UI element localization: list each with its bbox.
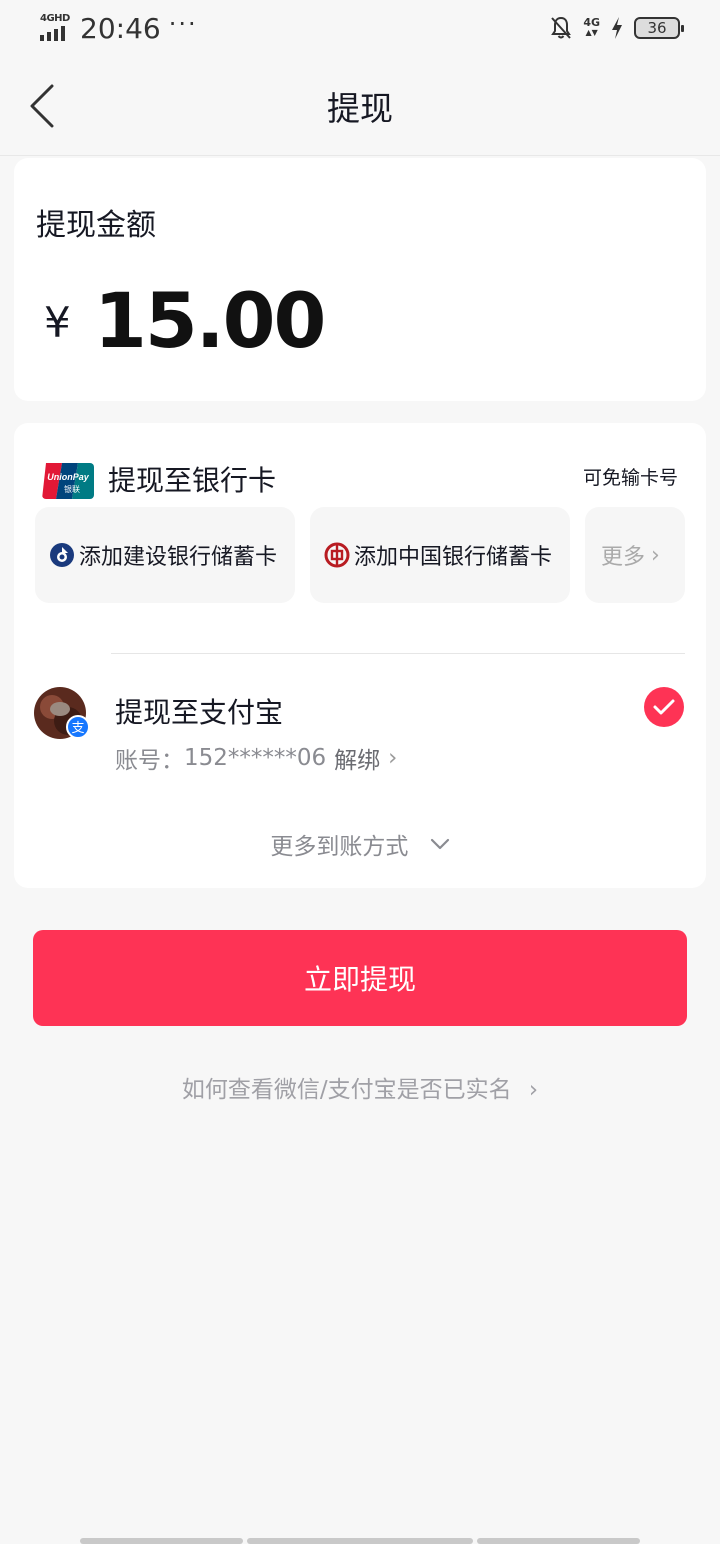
signal-icon: 4GHD bbox=[40, 13, 72, 43]
page-title: 提现 bbox=[327, 88, 393, 128]
ccb-logo-icon bbox=[50, 543, 74, 567]
bank-card-title: 提现至银行卡 bbox=[108, 464, 277, 497]
nav-header: 提现 bbox=[0, 56, 720, 156]
add-ccb-card-label: 添加建设银行储蓄卡 bbox=[79, 545, 278, 570]
gesture-bar-left bbox=[80, 1538, 243, 1544]
account-number: 152******06 bbox=[184, 745, 327, 771]
account-prefix: 账号： bbox=[115, 748, 184, 774]
alipay-title: 提现至支付宝 bbox=[115, 696, 284, 729]
status-bar: 4GHD 20:46 ··· 4G ▲▼ 36 bbox=[0, 0, 720, 56]
alipay-selected-check-icon[interactable] bbox=[643, 686, 685, 728]
network-4g-icon: 4G ▲▼ bbox=[583, 16, 600, 37]
realname-help-link[interactable]: 如何查看微信/支付宝是否已实名 › bbox=[0, 1070, 720, 1104]
divider bbox=[111, 653, 685, 654]
svg-text:UnionPay: UnionPay bbox=[47, 472, 90, 482]
svg-text:银联: 银联 bbox=[64, 484, 80, 494]
chevron-right-icon: › bbox=[651, 542, 660, 568]
withdraw-methods-card: UnionPay 银联 提现至银行卡 可免输卡号 添加建设银行储蓄卡 添加中国银… bbox=[14, 423, 706, 888]
add-ccb-card-button[interactable]: 添加建设银行储蓄卡 bbox=[35, 507, 295, 603]
chevron-down-icon bbox=[430, 838, 449, 850]
status-left: 4GHD 20:46 ··· bbox=[40, 10, 198, 45]
gesture-bar-right bbox=[477, 1538, 640, 1544]
back-button[interactable] bbox=[22, 80, 62, 132]
no-input-card-label: 可免输卡号 bbox=[582, 467, 678, 489]
currency-symbol: ¥ bbox=[44, 298, 71, 347]
amount-card: 提现金额 ¥ 15.00 bbox=[14, 158, 706, 401]
amount-value: 15.00 bbox=[94, 276, 326, 365]
chevron-right-icon: › bbox=[528, 1077, 539, 1103]
add-boc-card-button[interactable]: 添加中国银行储蓄卡 bbox=[310, 507, 570, 603]
avatar: 支 bbox=[34, 687, 88, 739]
add-boc-card-label: 添加中国银行储蓄卡 bbox=[354, 545, 553, 570]
more-banks-label: 更多 bbox=[601, 545, 646, 570]
bell-muted-icon bbox=[551, 16, 572, 39]
realname-help-label: 如何查看微信/支付宝是否已实名 bbox=[181, 1077, 512, 1103]
status-right: 4G ▲▼ 36 bbox=[549, 15, 684, 41]
unbind-chevron-icon: › bbox=[388, 745, 398, 771]
more-methods-toggle[interactable]: 更多到账方式 bbox=[14, 827, 706, 861]
battery-level: 36 bbox=[647, 19, 667, 37]
chevron-left-icon bbox=[30, 84, 54, 128]
withdraw-now-button[interactable]: 立即提现 bbox=[33, 930, 687, 1026]
more-methods-label: 更多到账方式 bbox=[270, 834, 409, 860]
boc-logo-icon bbox=[324, 542, 350, 568]
network-label: 4GHD bbox=[40, 13, 70, 24]
withdraw-now-label: 立即提现 bbox=[303, 963, 416, 996]
unionpay-logo-icon: UnionPay 银联 bbox=[42, 463, 94, 499]
unbind-link[interactable]: 解绑 bbox=[334, 741, 380, 775]
gesture-bar-center bbox=[247, 1538, 473, 1544]
alipay-account-row: 账号： 152******06 解绑 › bbox=[115, 741, 397, 775]
alipay-badge-icon: 支 bbox=[71, 721, 84, 736]
more-dots: ··· bbox=[168, 10, 198, 38]
amount-label: 提现金额 bbox=[36, 208, 156, 243]
more-banks-button[interactable]: 更多 › bbox=[585, 507, 685, 603]
status-time: 20:46 bbox=[80, 11, 161, 45]
charging-icon bbox=[612, 17, 622, 39]
battery-indicator: 36 bbox=[634, 17, 684, 39]
